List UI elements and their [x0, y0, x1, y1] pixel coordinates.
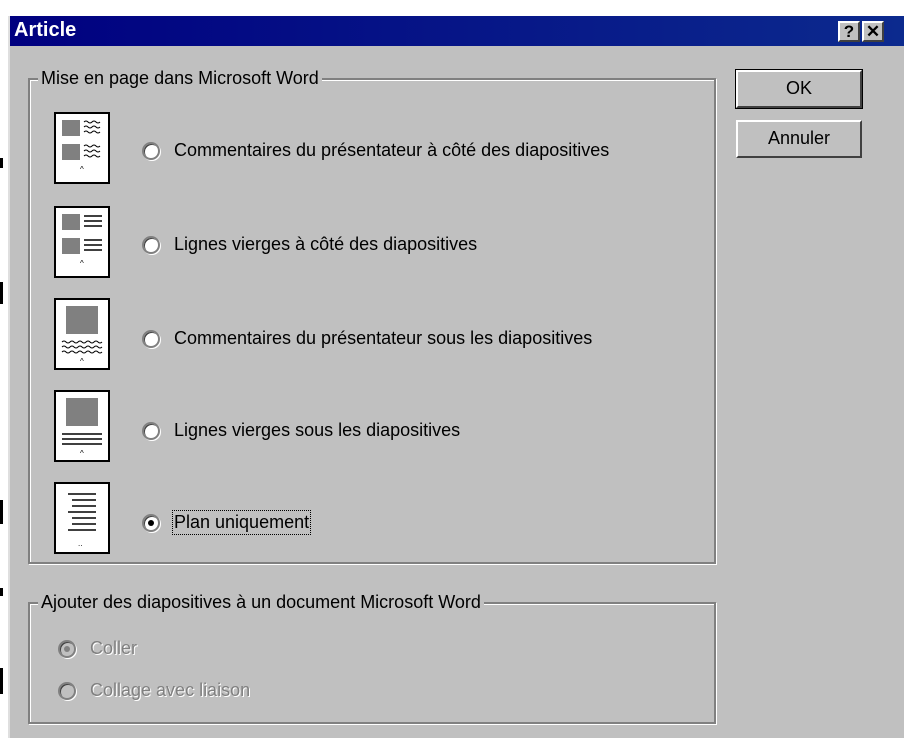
notes-beside-slides-icon: ^: [54, 112, 110, 184]
option-notes-below[interactable]: Commentaires du présentateur sous les di…: [142, 328, 592, 349]
option-paste[interactable]: Coller: [58, 638, 137, 659]
svg-text:^: ^: [80, 357, 84, 366]
background-mark: [0, 158, 3, 168]
radio-paste[interactable]: [58, 639, 76, 658]
radio-lines-beside[interactable]: [142, 235, 160, 254]
option-label: Plan uniquement: [171, 510, 312, 535]
option-lines-below[interactable]: Lignes vierges sous les diapositives: [142, 420, 460, 441]
background-mark: [0, 588, 3, 596]
svg-text:^: ^: [80, 449, 84, 458]
article-dialog: Article ? ✕ OK Annuler Mise en page dans…: [8, 16, 904, 738]
blank-lines-below-slides-icon: ^: [54, 390, 110, 462]
layout-group-legend: Mise en page dans Microsoft Word: [38, 68, 322, 89]
option-label: Coller: [90, 638, 138, 658]
layout-group: Mise en page dans Microsoft Word ^ Comme…: [28, 68, 716, 564]
title-bar[interactable]: Article ? ✕: [10, 16, 904, 46]
help-button[interactable]: ?: [838, 21, 860, 42]
notes-below-slides-icon: ^: [54, 298, 110, 370]
radio-notes-below[interactable]: [142, 329, 160, 348]
option-lines-beside[interactable]: Lignes vierges à côté des diapositives: [142, 234, 477, 255]
radio-lines-below[interactable]: [142, 421, 160, 440]
option-paste-link[interactable]: Collage avec liaison: [58, 680, 250, 701]
radio-notes-beside[interactable]: [142, 141, 160, 160]
option-label: Lignes vierges à côté des diapositives: [174, 234, 478, 254]
paste-group: Ajouter des diapositives à un document M…: [28, 592, 716, 724]
option-label: Commentaires du présentateur à côté des …: [174, 140, 610, 160]
option-label: Lignes vierges sous les diapositives: [174, 420, 461, 440]
option-notes-beside[interactable]: Commentaires du présentateur à côté des …: [142, 140, 609, 161]
outline-only-icon: ..: [54, 482, 110, 554]
blank-lines-beside-slides-icon: ^: [54, 206, 110, 278]
svg-text:^: ^: [80, 165, 84, 174]
option-outline-only[interactable]: Plan uniquement: [142, 510, 312, 535]
svg-text:..: ..: [78, 539, 82, 548]
close-button[interactable]: ✕: [862, 21, 884, 42]
window-title: Article: [14, 19, 77, 41]
background-mark: [0, 668, 3, 694]
background-mark: [0, 282, 3, 304]
radio-paste-link[interactable]: [58, 681, 76, 700]
svg-text:^: ^: [80, 259, 84, 268]
ok-button[interactable]: OK: [735, 69, 863, 109]
option-label: Commentaires du présentateur sous les di…: [174, 328, 593, 348]
background-mark: [0, 500, 3, 524]
paste-group-legend: Ajouter des diapositives à un document M…: [38, 592, 484, 613]
cancel-button[interactable]: Annuler: [736, 120, 862, 158]
radio-outline-only[interactable]: [142, 513, 160, 532]
option-label: Collage avec liaison: [90, 680, 251, 700]
